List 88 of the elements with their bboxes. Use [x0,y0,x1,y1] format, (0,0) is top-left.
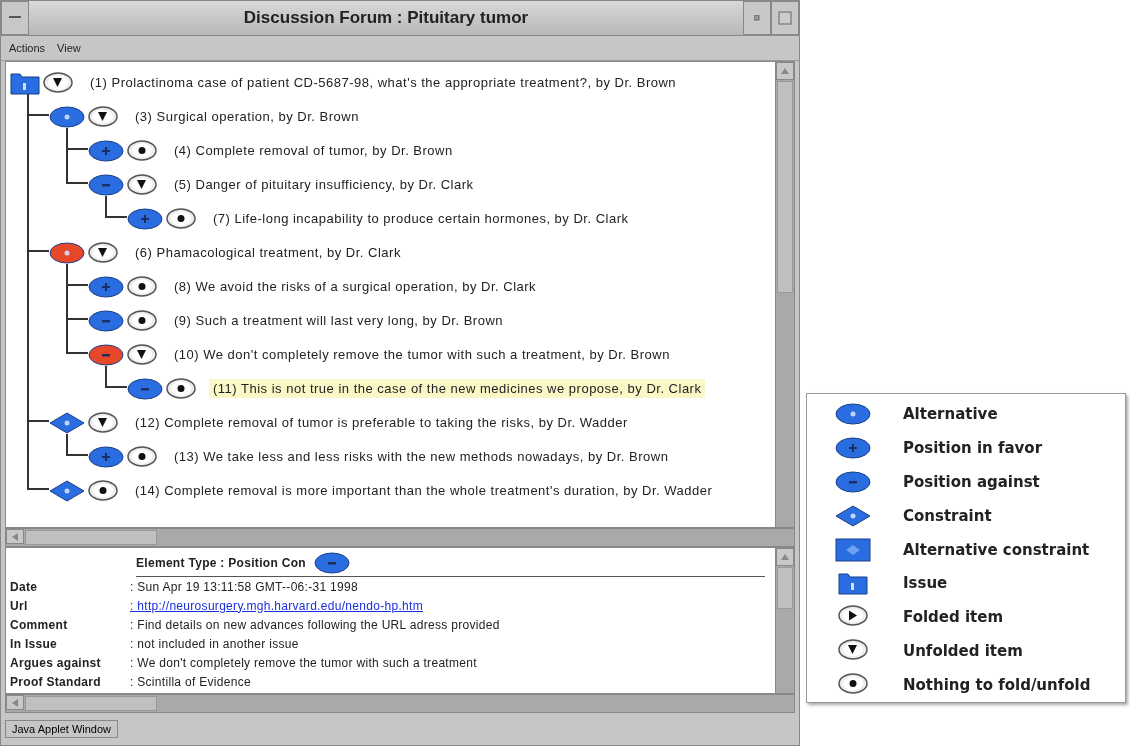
unfold-toggle[interactable] [127,174,157,196]
unfold-toggle[interactable] [88,106,118,128]
legend-label: Issue [903,574,948,593]
scrollbar-thumb[interactable] [777,567,793,610]
left-arrow-icon [11,531,19,542]
window-title: Discussion Forum : Pituitary tumor [242,6,530,29]
discussion-item[interactable]: (6) Phamacological treatment, by Dr. Clark [131,243,405,263]
url-link[interactable]: : http://neurosurgery.mgh.harvard.edu/nendo-hp.htm [130,598,423,613]
legend-label: Constraint [903,506,992,525]
vertical-scrollbar[interactable] [775,548,794,694]
field-value: : We don't completely remove the tumor with such a treatment [130,655,477,670]
minus-oval-icon[interactable] [88,173,124,196]
discussion-item[interactable]: (9) Such a treatment will last very long, by Dr. Brown [170,311,507,331]
legend-label: Alternative constraint [903,540,1090,559]
menu-item[interactable]: Actions [9,41,46,54]
window-menu-button[interactable] [1,1,29,35]
leaf-toggle[interactable] [127,276,157,298]
plus-oval-icon[interactable] [88,139,124,162]
field-label: Argues against [10,655,102,670]
discussion-item[interactable]: (11) This is not true in the case of the new medicines we propose, by Dr. Clark [209,379,706,399]
up-arrow-icon [780,66,790,75]
plus-oval-icon[interactable] [127,207,163,230]
scrollbar-thumb[interactable] [25,530,157,546]
legend-label: Alternative [903,404,998,423]
field-label: Date [10,579,39,594]
minus-oval-icon[interactable] [88,309,124,332]
minus-oval-icon[interactable] [313,552,350,575]
oval-icon[interactable] [835,402,871,425]
plus-oval-icon[interactable] [835,436,871,459]
diamond-icon[interactable] [49,479,85,502]
folder-icon[interactable] [838,571,868,596]
field-label: Proof Standard [10,674,102,689]
element-type-label: Element Type : Position Con [136,556,306,571]
leaf-toggle[interactable] [166,378,196,400]
legend-label: Folded item [903,608,1004,627]
discussion-item[interactable]: (8) We avoid the risks of a surgical operation, by Dr. Clark [170,277,541,297]
unfold-toggle[interactable] [127,344,157,366]
field-label: Comment [10,617,69,632]
folder-icon[interactable] [10,70,40,95]
horizontal-scrollbar[interactable] [5,694,795,714]
leaf-toggle[interactable] [127,140,157,162]
legend-label: Position against [903,472,1040,491]
discussion-item[interactable]: (10) We don't completely remove the tumor with such a treatment, by Dr. Brown [170,345,674,365]
horizontal-scrollbar[interactable] [5,528,795,548]
up-arrow-icon [780,553,790,562]
menu-item[interactable]: View [57,41,81,54]
left-arrow-icon [11,697,19,708]
field-label: Url [10,598,29,613]
minus-oval-icon[interactable] [835,470,871,493]
field-value: : not included in another issue [130,636,299,651]
leaf-toggle[interactable] [127,310,157,332]
unfold-toggle[interactable] [43,72,73,94]
discussion-item[interactable]: (1) Prolactinoma case of patient CD-5687-98, what's the appropriate treatment?, by Dr. Brown [86,73,681,93]
leaf-toggle[interactable] [127,446,157,468]
field-value: : Sun Apr 19 13:11:58 GMT--06:-31 1998 [130,579,358,594]
diamond-icon[interactable] [49,411,85,434]
discussion-item[interactable]: (3) Surgical operation, by Dr. Brown [131,107,363,127]
field-value: : Find details on new advances following the URL adress provided [130,617,500,632]
discussion-item[interactable]: (7) Life-long incapability to produce certain hormones, by Dr. Clark [209,209,633,229]
scrollbar-thumb[interactable] [777,80,793,293]
connector-line [105,195,127,218]
legend-label: Position in favor [903,438,1043,457]
oval-icon[interactable] [49,105,85,128]
discussion-item[interactable]: (14) Complete removal is more important than the whole treatment's duration, by Dr. Wadder [131,481,717,501]
discussion-item[interactable]: (5) Danger of pituitary insufficiency, by Dr. Clark [170,175,478,195]
plus-oval-icon[interactable] [88,275,124,298]
diamond-icon[interactable] [835,504,871,527]
discussion-item[interactable]: (13) We take less and less risks with the new methods nowadays, by Dr. Brown [170,447,673,467]
scrollbar-thumb[interactable] [25,696,157,712]
legend-label: Nothing to fold/unfold [903,676,1091,695]
discussion-item[interactable]: (12) Complete removal of tumor is preferable to taking the risks, by Dr. Wadder [131,413,632,433]
leaf-toggle[interactable] [166,208,196,230]
status-label: Java Applet Window [5,720,119,739]
field-value: : Scintilla of Evidence [130,674,251,689]
discussion-item[interactable]: (4) Complete removal of tumor, by Dr. Brown [170,141,457,161]
minus-oval-icon[interactable] [127,377,163,400]
plus-oval-icon[interactable] [88,445,124,468]
connector-line [105,365,127,388]
connector-line [66,433,88,456]
minus-oval-icon[interactable] [88,343,124,366]
field-label: In Issue [10,636,59,651]
legend-label: Unfolded item [903,642,1023,661]
unfold-toggle[interactable] [88,242,118,264]
square-icon [778,10,792,25]
oval-icon[interactable] [49,241,85,264]
vertical-scrollbar[interactable] [775,61,794,528]
unfold-toggle[interactable] [88,412,118,434]
leaf-toggle[interactable] [88,480,118,502]
